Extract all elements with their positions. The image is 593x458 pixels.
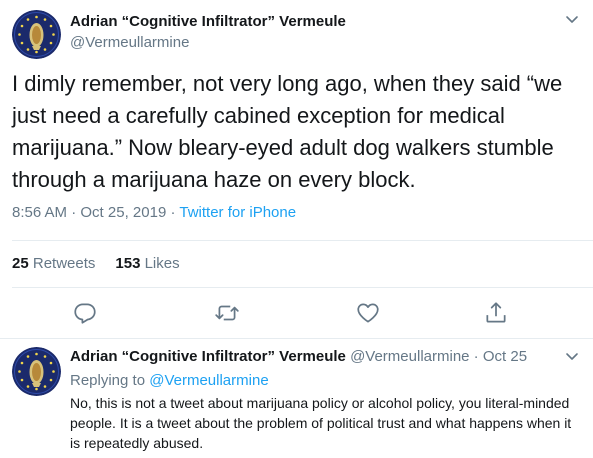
share-icon[interactable] — [483, 300, 509, 326]
author-avatar[interactable] — [12, 10, 61, 59]
tweet-text: I dimly remember, not very long ago, whe… — [12, 71, 563, 192]
replying-prefix: Replying to — [70, 372, 150, 389]
reply-text: No, this is not a tweet about marijuana … — [70, 395, 572, 451]
meta-separator: · — [67, 204, 81, 221]
tweet-source[interactable]: Twitter for iPhone — [179, 204, 296, 221]
reply-author-avatar[interactable] — [12, 347, 61, 396]
retweets-count: 25 — [12, 255, 29, 272]
meta-separator: · — [166, 204, 180, 221]
retweet-icon[interactable] — [214, 300, 240, 326]
replying-to: Replying to @Vermeullarmine — [70, 372, 269, 389]
meta-separator: · — [469, 348, 483, 365]
likes-count: 153 — [115, 255, 141, 272]
replying-to-handle[interactable]: @Vermeullarmine — [149, 372, 268, 389]
tweet-time[interactable]: 8:56 AM — [12, 204, 67, 221]
author-handle[interactable]: @Vermeullarmine — [70, 34, 189, 51]
author-name[interactable]: Adrian “Cognitive Infiltrator” Vermeule — [70, 13, 346, 30]
heart-icon[interactable] — [355, 300, 381, 326]
chevron-down-icon[interactable] — [565, 352, 579, 362]
likes-label: Likes — [144, 255, 180, 272]
likes-stat[interactable]: 153 Likes — [115, 255, 179, 272]
reply-date[interactable]: Oct 25 — [483, 348, 527, 365]
divider — [12, 240, 593, 241]
reply-header: Adrian “Cognitive Infiltrator” Vermeule … — [70, 348, 527, 365]
reply-author-handle[interactable]: @Vermeullarmine — [350, 348, 469, 365]
tweet-meta: 8:56 AM · Oct 25, 2019 · Twitter for iPh… — [12, 204, 296, 221]
engagement-stats: 25 Retweets 153 Likes — [12, 255, 180, 272]
divider — [12, 287, 593, 288]
tweet-date[interactable]: Oct 25, 2019 — [80, 204, 166, 221]
reply-icon[interactable] — [72, 300, 98, 326]
divider — [0, 338, 593, 339]
retweets-label: Retweets — [32, 255, 96, 272]
chevron-down-icon[interactable] — [565, 15, 579, 25]
retweets-stat[interactable]: 25 Retweets — [12, 255, 95, 272]
reply-author-name[interactable]: Adrian “Cognitive Infiltrator” Vermeule — [70, 348, 346, 365]
